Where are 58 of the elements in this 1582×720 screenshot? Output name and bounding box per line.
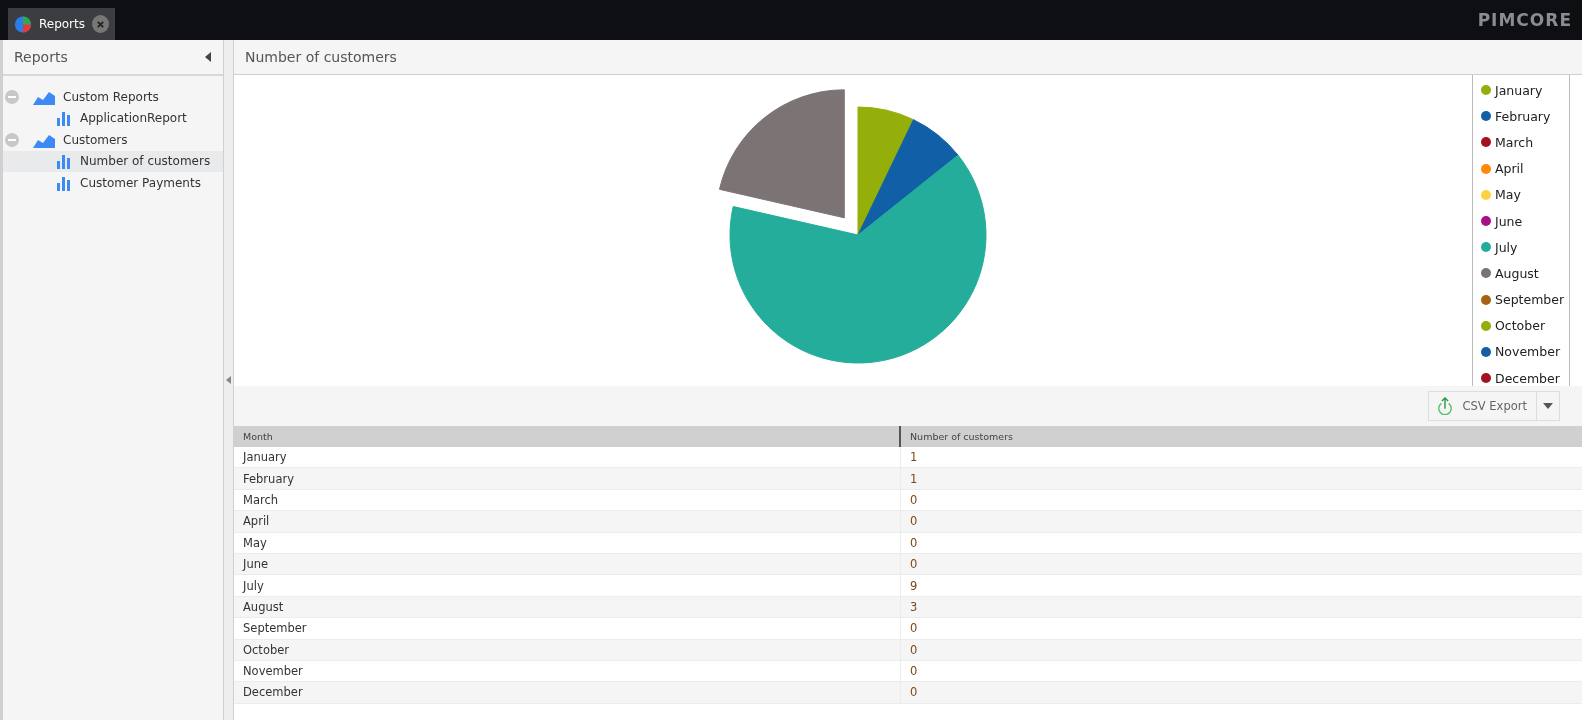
table-cell: February xyxy=(234,468,901,489)
collapse-toggle-icon[interactable] xyxy=(5,132,19,147)
legend-label[interactable]: May xyxy=(1495,187,1521,203)
bar-chart-icon xyxy=(56,174,72,191)
reports-tab[interactable]: Reports xyxy=(8,8,115,40)
table-cell: January xyxy=(234,447,901,468)
pie-chart-icon xyxy=(14,14,32,34)
legend-label[interactable]: January xyxy=(1495,82,1543,98)
export-icon xyxy=(1436,397,1453,415)
legend-label[interactable]: February xyxy=(1495,108,1551,124)
table-cell-text: 0 xyxy=(909,663,918,681)
table-cell-text: 0 xyxy=(909,491,918,509)
table-cell: November xyxy=(234,660,901,682)
caret-icon xyxy=(1543,403,1553,409)
table-cell: April xyxy=(234,511,901,532)
table-cell: June xyxy=(234,553,901,575)
table-cell: July xyxy=(234,575,901,596)
table-cell-text: 0 xyxy=(909,620,918,638)
table-cell: December xyxy=(234,682,901,703)
bar-chart-icon xyxy=(56,153,72,170)
tree-item[interactable]: Customer Payments xyxy=(3,172,223,194)
legend-label[interactable]: April xyxy=(1495,161,1524,177)
legend-label[interactable]: September xyxy=(1495,292,1565,308)
table-cell-text: 0 xyxy=(909,684,918,702)
table-cell-text: 0 xyxy=(909,641,918,659)
bar-chart-icon xyxy=(56,110,72,127)
legend-label[interactable]: August xyxy=(1495,265,1539,281)
table-cell: March xyxy=(234,489,901,511)
table-cell-text: 9 xyxy=(909,577,918,595)
table-cell-text: 0 xyxy=(909,513,918,531)
column-header[interactable]: Number of customers xyxy=(901,426,1014,447)
legend-label[interactable]: November xyxy=(1495,344,1561,360)
panel-title: Reports xyxy=(14,49,68,65)
table-cell-text: 1 xyxy=(909,470,918,488)
table-cell: August xyxy=(234,596,901,618)
table-cell: May xyxy=(234,532,901,553)
table-cell-text: 0 xyxy=(909,556,918,574)
collapse-icon[interactable] xyxy=(205,52,211,62)
table-cell: October xyxy=(234,639,901,660)
report-title: Number of customers xyxy=(245,49,397,65)
legend-label[interactable]: October xyxy=(1495,318,1546,334)
legend-label[interactable]: March xyxy=(1495,134,1534,150)
table-cell: September xyxy=(234,618,901,639)
table-cell-text: 1 xyxy=(909,449,918,467)
legend-label[interactable]: July xyxy=(1495,239,1518,255)
logo: PIMCORE xyxy=(1477,10,1572,30)
tree-item[interactable]: Number of customers xyxy=(3,150,223,172)
tree-item[interactable]: Custom Reports xyxy=(3,86,223,108)
tree-item[interactable]: ApplicationReport xyxy=(3,107,223,129)
legend-label[interactable]: December xyxy=(1495,370,1560,386)
tree-item[interactable]: Customers xyxy=(3,129,223,151)
legend-label[interactable]: June xyxy=(1495,213,1523,229)
table-cell-text: 3 xyxy=(909,598,918,616)
close-icon[interactable] xyxy=(92,15,109,33)
collapse-toggle-icon[interactable] xyxy=(5,89,19,104)
dropdown-button[interactable] xyxy=(1537,391,1560,421)
csv-export-button[interactable]: CSV Export xyxy=(1427,391,1537,421)
table-cell-text: 0 xyxy=(909,534,918,552)
